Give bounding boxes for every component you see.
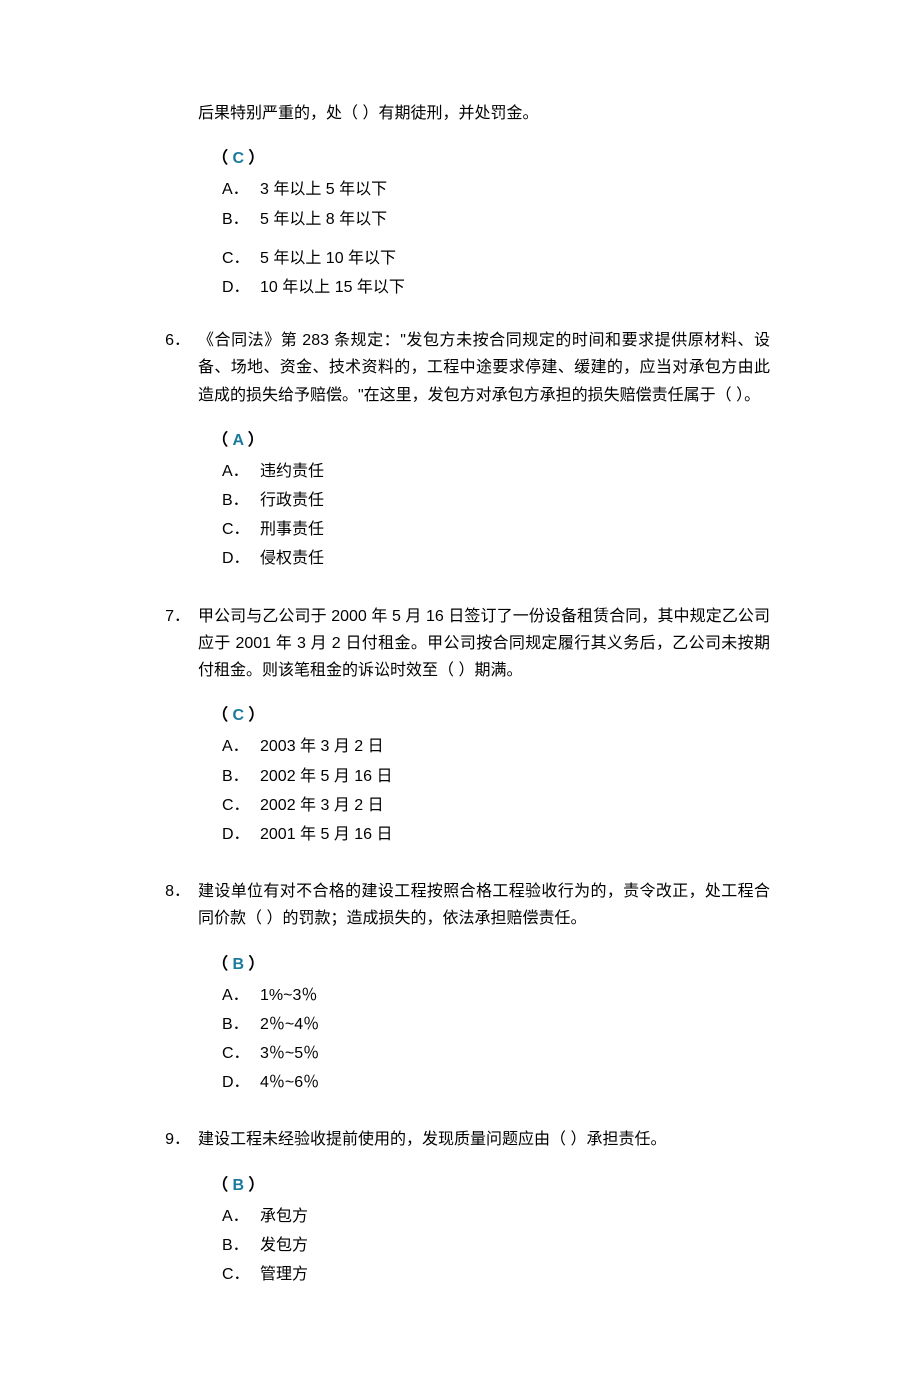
option-letter: B． [222,1011,260,1038]
option-text: 承包方 [260,1203,770,1230]
option-text: 2002 年 3 月 2 日 [260,792,770,819]
options: A．违约责任 B．行政责任 C．刑事责任 D．侵权责任 [222,458,770,573]
option-text: 违约责任 [260,458,770,485]
option: A．违约责任 [222,458,770,485]
option: D．4％~6％ [222,1069,770,1096]
question-number: 9． [150,1126,198,1153]
option-text: 2003 年 3 月 2 日 [260,733,770,760]
answer-block: （ C ） [212,702,770,729]
option-letter: C． [222,792,260,819]
answer-block: （ C ） [212,145,770,172]
option: A．承包方 [222,1203,770,1230]
option-text: 1%~3％ [260,982,770,1009]
answer-letter: C [232,150,244,167]
answer-block: （ B ） [212,1172,770,1199]
question-text: 建设单位有对不合格的建设工程按照合格工程验收行为的，责令改正，处工程合同价款（ … [198,878,770,932]
option: B． 5 年以上 8 年以下 [222,206,770,233]
question-number: 6． [150,327,198,409]
option: B．2002 年 5 月 16 日 [222,763,770,790]
answer-letter: B [232,1177,244,1194]
option: A．1%~3％ [222,982,770,1009]
options: A．承包方 B．发包方 C．管理方 [222,1203,770,1289]
option-letter: A． [222,733,260,760]
option-letter: D． [222,821,260,848]
option-text: 2002 年 5 月 16 日 [260,763,770,790]
answer-letter: B [232,956,244,973]
option-text: 2001 年 5 月 16 日 [260,821,770,848]
answer-block: （ A ） [212,427,770,454]
option: A．2003 年 3 月 2 日 [222,733,770,760]
option: C．2002 年 3 月 2 日 [222,792,770,819]
option-text: 5 年以上 8 年以下 [260,206,770,233]
option-text: 2％~4％ [260,1011,770,1038]
option-letter: A． [222,458,260,485]
option-letter: D． [222,274,260,301]
question-number: 7． [150,603,198,685]
option: D．2001 年 5 月 16 日 [222,821,770,848]
option: C．3％~5％ [222,1040,770,1067]
options: A． 3 年以上 5 年以下 B． 5 年以上 8 年以下 C． 5 年以上 1… [222,176,770,301]
question-text: 建设工程未经验收提前使用的，发现质量问题应由（ ）承担责任。 [198,1126,770,1153]
option-text: 3 年以上 5 年以下 [260,176,770,203]
option-text: 3％~5％ [260,1040,770,1067]
question-stem: 9． 建设工程未经验收提前使用的，发现质量问题应由（ ）承担责任。 [150,1126,770,1153]
question-stem: 6． 《合同法》第 283 条规定："发包方未按合同规定的时间和要求提供原材料、… [150,327,770,409]
option-letter: A． [222,982,260,1009]
option-letter: C． [222,516,260,543]
question-7: 7． 甲公司与乙公司于 2000 年 5 月 16 日签订了一份设备租赁合同，其… [150,603,770,849]
option-letter: B． [222,763,260,790]
answer-block: （ B ） [212,951,770,978]
options: A．2003 年 3 月 2 日 B．2002 年 5 月 16 日 C．200… [222,733,770,848]
option-letter: C． [222,1261,260,1288]
option-text: 10 年以上 15 年以下 [260,274,770,301]
option-letter: B． [222,1232,260,1259]
option-letter: B． [222,487,260,514]
option-letter: C． [222,245,260,272]
options: A．1%~3％ B．2％~4％ C．3％~5％ D．4％~6％ [222,982,770,1097]
option-text: 刑事责任 [260,516,770,543]
option: C．刑事责任 [222,516,770,543]
option-text: 4％~6％ [260,1069,770,1096]
option-letter: B． [222,206,260,233]
option: B．2％~4％ [222,1011,770,1038]
question-stem: 7． 甲公司与乙公司于 2000 年 5 月 16 日签订了一份设备租赁合同，其… [150,603,770,685]
question-number: 8． [150,878,198,932]
option: C．管理方 [222,1261,770,1288]
option-text: 行政责任 [260,487,770,514]
option-text: 5 年以上 10 年以下 [260,245,770,272]
option-text: 发包方 [260,1232,770,1259]
option: B．行政责任 [222,487,770,514]
question-text: 甲公司与乙公司于 2000 年 5 月 16 日签订了一份设备租赁合同，其中规定… [198,603,770,685]
option-letter: A． [222,176,260,203]
option: C． 5 年以上 10 年以下 [222,245,770,272]
question-text: 后果特别严重的，处（ ）有期徒刑，并处罚金。 [198,100,770,127]
answer-letter: A [232,432,243,449]
option-letter: A． [222,1203,260,1230]
question-8: 8． 建设单位有对不合格的建设工程按照合格工程验收行为的，责令改正，处工程合同价… [150,878,770,1096]
question-stem: 8． 建设单位有对不合格的建设工程按照合格工程验收行为的，责令改正，处工程合同价… [150,878,770,932]
answer-letter: C [232,707,244,724]
option: B．发包方 [222,1232,770,1259]
option-letter: D． [222,545,260,572]
question-text: 《合同法》第 283 条规定："发包方未按合同规定的时间和要求提供原材料、设备、… [198,327,770,409]
option-text: 侵权责任 [260,545,770,572]
question-continuation: 后果特别严重的，处（ ）有期徒刑，并处罚金。 [198,100,770,127]
question-6: 6． 《合同法》第 283 条规定："发包方未按合同规定的时间和要求提供原材料、… [150,327,770,573]
option: A． 3 年以上 5 年以下 [222,176,770,203]
option-letter: C． [222,1040,260,1067]
option: D．侵权责任 [222,545,770,572]
option-letter: D． [222,1069,260,1096]
option-text: 管理方 [260,1261,770,1288]
question-9: 9． 建设工程未经验收提前使用的，发现质量问题应由（ ）承担责任。 （ B ） … [150,1126,770,1288]
option: D． 10 年以上 15 年以下 [222,274,770,301]
document-content: 后果特别严重的，处（ ）有期徒刑，并处罚金。 （ C ） A． 3 年以上 5 … [0,100,920,1288]
